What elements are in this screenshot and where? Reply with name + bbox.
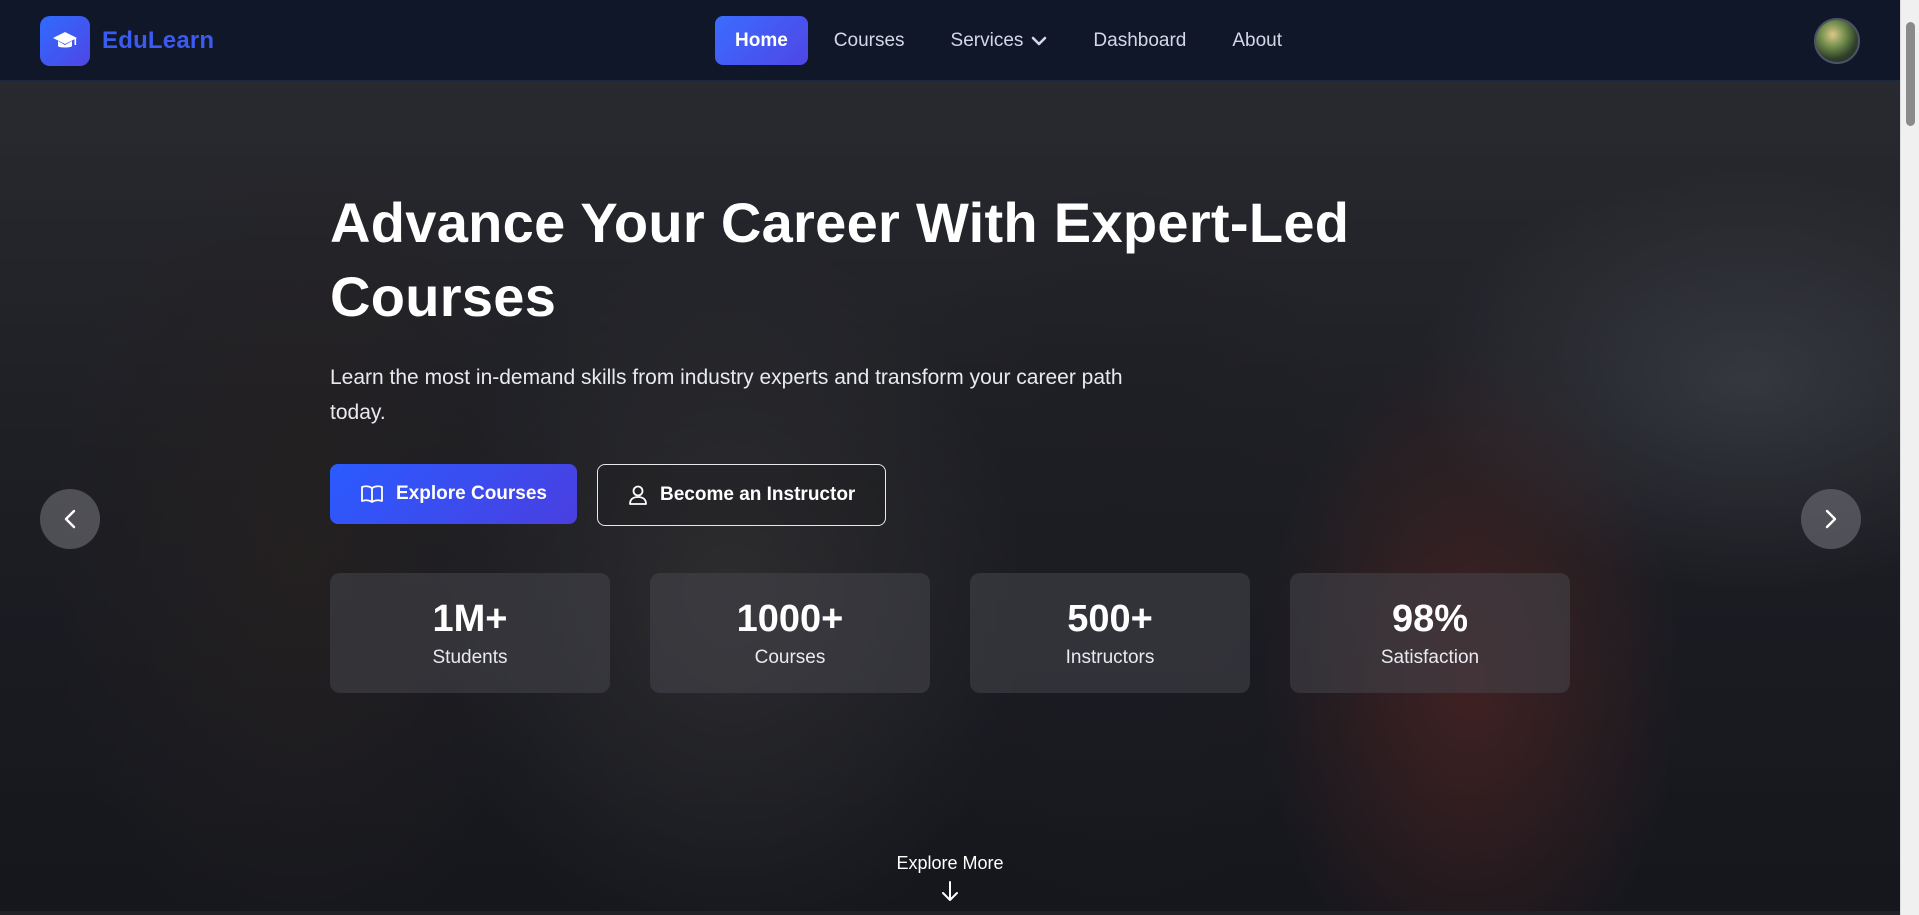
stat-card-instructors: 500+ Instructors	[970, 573, 1250, 693]
stat-value: 500+	[1067, 597, 1153, 640]
stat-card-students: 1M+ Students	[330, 573, 610, 693]
hero-subtitle: Learn the most in-demand skills from ind…	[330, 366, 1123, 424]
explore-more-label: Explore More	[896, 853, 1004, 873]
stat-label: Students	[432, 646, 508, 668]
nav-about-label: About	[1232, 29, 1283, 51]
nav-dashboard[interactable]: Dashboard	[1073, 16, 1206, 65]
stat-label: Satisfaction	[1380, 646, 1480, 668]
scrollbar-thumb[interactable]	[1906, 22, 1915, 126]
carousel-next-button[interactable]	[1801, 489, 1861, 549]
chevron-left-icon	[64, 509, 76, 529]
page-scrollbar[interactable]	[1900, 0, 1919, 915]
stat-value: 1000+	[736, 597, 844, 640]
user-avatar[interactable]	[1814, 18, 1860, 64]
book-open-icon	[361, 485, 383, 503]
navbar: EduLearn Home Courses Services Dashboard…	[0, 0, 1900, 81]
nav-home[interactable]: Home	[715, 16, 808, 65]
nav-dashboard-label: Dashboard	[1093, 29, 1187, 51]
brand-link[interactable]: EduLearn	[40, 16, 214, 66]
nav-services-label: Services	[950, 29, 1024, 51]
stat-card-satisfaction: 98% Satisfaction	[1290, 573, 1570, 693]
chevron-down-icon	[1032, 36, 1047, 45]
user-icon	[629, 485, 647, 505]
hero-title: Advance Your Career With Expert-Led Cour…	[330, 191, 1350, 328]
arrow-down-icon	[942, 881, 958, 901]
explore-more-link[interactable]: Explore More	[0, 853, 1900, 902]
carousel-prev-button[interactable]	[40, 489, 100, 549]
stats-row: 1M+ Students 1000+ Courses 500+ Instruct…	[330, 573, 1570, 693]
main-nav: Home Courses Services Dashboard About	[715, 16, 1302, 65]
become-instructor-label: Become an Instructor	[660, 484, 856, 505]
stat-label: Instructors	[1065, 646, 1155, 668]
brand-name: EduLearn	[102, 27, 215, 54]
hero-actions: Explore Courses Become an Instructor	[330, 464, 1430, 526]
nav-about[interactable]: About	[1212, 16, 1302, 65]
hero-section: Advance Your Career With Expert-Led Cour…	[0, 81, 1900, 915]
become-instructor-button[interactable]: Become an Instructor	[597, 464, 887, 526]
brand-logo	[40, 16, 90, 66]
graduation-cap-icon	[53, 32, 77, 48]
stat-value: 1M+	[432, 597, 508, 640]
stat-label: Courses	[754, 646, 826, 668]
hero-content: Advance Your Career With Expert-Led Cour…	[330, 186, 1430, 526]
stat-value: 98%	[1391, 597, 1469, 640]
stat-card-courses: 1000+ Courses	[650, 573, 930, 693]
explore-courses-label: Explore Courses	[396, 483, 547, 504]
bottom-strip	[0, 911, 1900, 915]
nav-services[interactable]: Services	[931, 16, 1068, 65]
chevron-right-icon	[1825, 509, 1837, 529]
nav-home-label: Home	[735, 29, 788, 51]
explore-courses-button[interactable]: Explore Courses	[330, 464, 577, 524]
nav-courses-label: Courses	[833, 29, 905, 51]
nav-courses[interactable]: Courses	[814, 16, 925, 65]
